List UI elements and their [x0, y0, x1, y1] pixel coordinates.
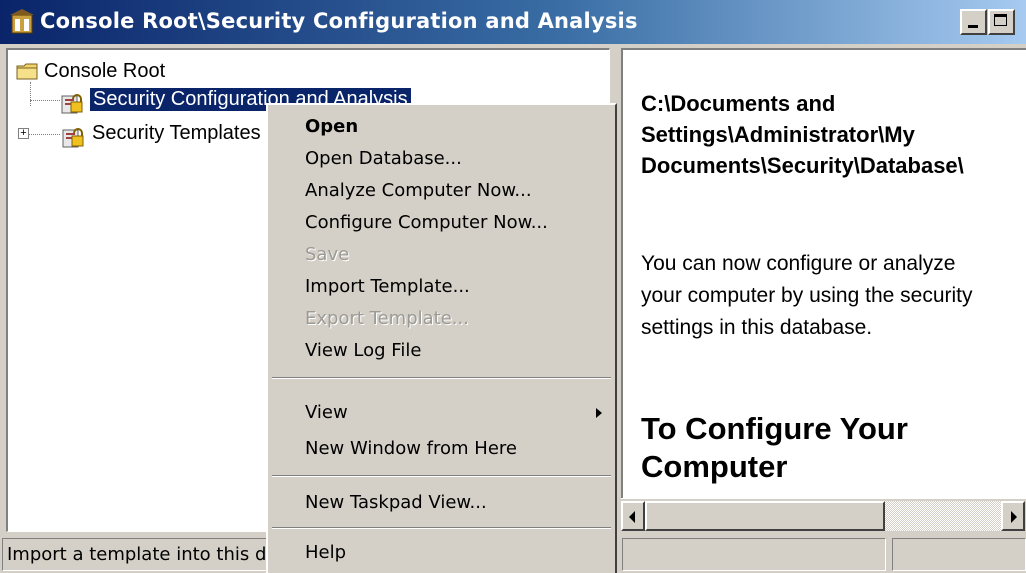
- menu-item-label: Configure Computer Now...: [305, 212, 548, 233]
- menu-item-label: View: [305, 402, 348, 423]
- folder-icon: [16, 63, 38, 80]
- database-path-line: C:\Documents and: [641, 91, 836, 116]
- tree-connector: [30, 100, 60, 101]
- description-text: You can now configure or analyze your co…: [641, 252, 973, 339]
- submenu-arrow-icon: [596, 408, 602, 418]
- status-panel: [892, 538, 1026, 571]
- menu-item-save[interactable]: Save: [268, 239, 613, 271]
- menu-item-new-taskpad-view[interactable]: New Taskpad View...: [268, 487, 613, 519]
- menu-item-configure-computer[interactable]: Configure Computer Now...: [268, 207, 613, 239]
- menu-item-export-template[interactable]: Export Template...: [268, 303, 613, 335]
- menu-item-view[interactable]: View: [268, 397, 613, 429]
- menu-item-label: Import Template...: [305, 276, 470, 297]
- horizontal-scrollbar[interactable]: [621, 498, 1026, 532]
- menu-item-label: Save: [305, 244, 350, 265]
- menu-item-open[interactable]: Open: [268, 111, 613, 143]
- database-path: C:\Documents and Settings\Administrator\…: [641, 88, 1026, 181]
- tree-item-label: Security Templates: [92, 122, 261, 144]
- minimize-button[interactable]: [960, 9, 987, 35]
- menu-item-label: Export Template...: [305, 308, 469, 329]
- tree-connector: [30, 82, 31, 106]
- scroll-thumb[interactable]: [645, 501, 885, 531]
- menu-item-label: View Log File: [305, 340, 422, 361]
- scroll-right-arrow-icon[interactable]: [1001, 501, 1025, 531]
- menu-item-label: New Window from Here: [305, 438, 517, 459]
- menu-item-analyze-computer[interactable]: Analyze Computer Now...: [268, 175, 613, 207]
- database-path-line: Settings\Administrator\My: [641, 122, 915, 147]
- section-heading: To Configure Your Computer: [641, 411, 908, 484]
- scroll-left-arrow-icon[interactable]: [621, 501, 645, 531]
- menu-item-view-log-file[interactable]: View Log File: [268, 335, 613, 367]
- tree-connector: [26, 134, 60, 135]
- security-lock-icon: [61, 94, 83, 114]
- menu-item-label: Help: [305, 542, 347, 563]
- menu-item-open-database[interactable]: Open Database...: [268, 143, 613, 175]
- menu-item-label: New Taskpad View...: [305, 492, 487, 513]
- menu-item-help[interactable]: Help: [268, 537, 613, 569]
- window-title: Console Root\Security Configuration and …: [40, 9, 638, 33]
- title-bar[interactable]: Console Root\Security Configuration and …: [0, 0, 1026, 44]
- menu-item-label: Open: [305, 116, 359, 137]
- menu-separator: [272, 475, 611, 477]
- menu-separator: [272, 527, 611, 529]
- security-lock-icon: [62, 128, 84, 148]
- context-menu[interactable]: Open Open Database... Analyze Computer N…: [266, 103, 617, 573]
- expand-plus-icon[interactable]: +: [18, 128, 29, 139]
- menu-item-label: Analyze Computer Now...: [305, 180, 532, 201]
- tree-item-label: Console Root: [44, 60, 166, 82]
- details-pane[interactable]: C:\Documents and Settings\Administrator\…: [621, 48, 1026, 498]
- status-panel: [622, 538, 886, 571]
- menu-separator: [272, 377, 611, 379]
- database-path-line: Documents\Security\Database\: [641, 153, 964, 178]
- menu-item-new-window[interactable]: New Window from Here: [268, 433, 613, 465]
- maximize-button[interactable]: [988, 9, 1015, 35]
- menu-item-import-template[interactable]: Import Template...: [268, 271, 613, 303]
- mmc-console-icon: [10, 9, 34, 34]
- menu-item-label: Open Database...: [305, 148, 462, 169]
